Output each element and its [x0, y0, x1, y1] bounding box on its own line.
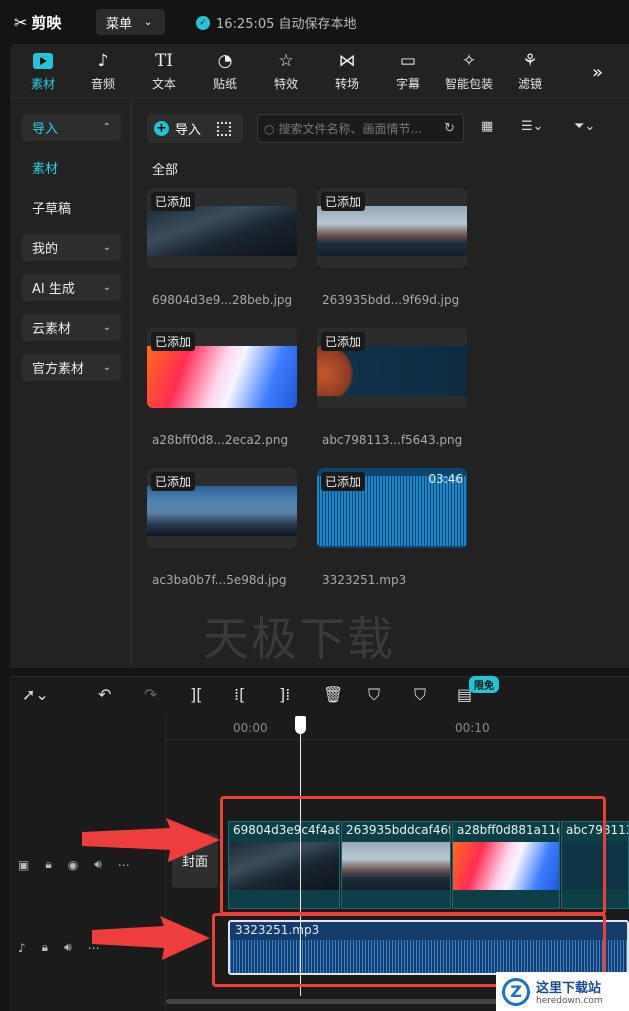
tab-sticker[interactable]: ◔ 贴纸 [200, 50, 250, 94]
media-icon [33, 50, 53, 72]
annotation-arrow [92, 916, 210, 960]
site-logo-icon: Z [502, 977, 530, 1006]
check-icon: ✓ [196, 15, 210, 30]
autosave-status: ✓ 16:25:05 自动保存本地 [196, 13, 357, 32]
plus-icon: + [154, 121, 169, 136]
smart-package-icon: ✧ [461, 51, 477, 71]
tab-media[interactable]: 素材 [18, 50, 68, 94]
effects-icon: ☆ [278, 51, 294, 71]
tab-audio[interactable]: ♪ 音频 [78, 50, 128, 94]
audio-track-controls: ♪ 🔒︎ 🔊︎ ⋯ [18, 940, 100, 955]
qr-code-icon[interactable] [217, 121, 232, 136]
file-name: 263935bdd...9f69d.jpg [322, 293, 460, 307]
chevron-up-icon: ⌃ [102, 122, 111, 133]
undo-icon[interactable]: ↶ [98, 685, 111, 704]
chevron-down-icon: ⌄ [102, 362, 111, 373]
tab-smart-package[interactable]: ✧ 智能包装 [444, 50, 494, 94]
refresh-icon[interactable]: ↻ [444, 121, 455, 136]
sidebar-item-media[interactable]: 素材 [22, 154, 121, 181]
annotation-arrow [82, 818, 220, 862]
lock-icon[interactable]: 🔒︎ [42, 940, 48, 955]
grid-view-icon[interactable]: ▦ [481, 119, 493, 134]
audio-track-icon: ♪ [18, 940, 26, 955]
tab-effects[interactable]: ☆ 特效 [261, 50, 311, 94]
watermark: 天极下载 [203, 612, 395, 666]
trim-left-icon[interactable]: ⁞[ [234, 685, 245, 704]
audio-icon: ♪ [97, 51, 109, 71]
ruler-label: 00:10 [455, 721, 490, 735]
sidebar-item-mine[interactable]: 我的 ⌄ [22, 234, 121, 261]
chevron-down-icon: ⌄ [144, 16, 153, 28]
app-logo: ✂ 剪映 [14, 12, 62, 32]
media-card[interactable]: 已添加 [147, 468, 297, 548]
sort-icon[interactable]: ☰⌄ [521, 119, 544, 134]
media-card[interactable]: 已添加 [317, 328, 467, 408]
transition-icon: ⋈ [338, 51, 356, 71]
file-name: 69804d3e9...28beb.jpg [152, 293, 293, 307]
search-icon: ○ [264, 121, 275, 136]
site-badge: Z 这里下载站 heredown.com [496, 972, 629, 1011]
sticker-icon: ◔ [217, 51, 233, 71]
select-tool-icon[interactable]: ➚⌄ [22, 685, 49, 704]
file-name: ac3ba0b7f...5e98d.jpg [152, 573, 287, 587]
filter-icon: ⚘ [522, 51, 538, 71]
subtitle-icon: ▭ [399, 51, 417, 71]
tab-text[interactable]: TI 文本 [139, 50, 189, 94]
annotation-box [220, 796, 606, 915]
search-input[interactable]: ○ 搜索文件名称、画面情节... ↻ [257, 114, 464, 143]
eye-icon[interactable]: ◉ [68, 858, 78, 872]
import-button[interactable]: + 导入 [147, 114, 243, 143]
split-icon[interactable]: ][ [190, 685, 202, 704]
sidebar-item-official[interactable]: 官方素材 ⌄ [22, 354, 121, 381]
ruler-label: 00:00 [233, 721, 268, 735]
file-name: a28bff0d8...2eca2.png [152, 433, 289, 447]
chevron-down-icon: ⌄ [102, 322, 111, 333]
delete-icon[interactable]: 🗑 [323, 685, 343, 704]
chevron-down-icon: ⌄ [102, 242, 111, 253]
chevron-down-icon: ⌄ [102, 282, 111, 293]
tool-tabs: 素材 ♪ 音频 TI 文本 ◔ 贴纸 ☆ 特效 ⋈ 转场 ▭ 字幕 ✧ 智能包装 ⚘ 滤镜 [10, 44, 629, 98]
sidebar-item-subdraft[interactable]: 子草稿 [22, 194, 121, 221]
tab-transition[interactable]: ⋈ 转场 [322, 50, 372, 94]
lock-icon[interactable]: 🔒︎ [45, 857, 51, 872]
file-name: abc798113...f5643.png [322, 433, 463, 447]
sidebar-item-ai[interactable]: AI 生成 ⌄ [22, 274, 121, 301]
sidebar-item-import[interactable]: 导入 ⌃ [22, 114, 121, 141]
shield-icon[interactable]: ⛉ [368, 685, 380, 705]
media-card[interactable]: 已添加 03:46 [317, 468, 467, 548]
filter-dropdown-icon[interactable]: ⏷⌄ [574, 119, 595, 134]
more-tabs-icon[interactable]: » [592, 62, 603, 83]
tab-subtitle[interactable]: ▭ 字幕 [383, 50, 433, 94]
file-name: 3323251.mp3 [322, 573, 407, 587]
text-icon: TI [154, 51, 174, 71]
redo-icon[interactable]: ↷ [144, 685, 157, 704]
media-card[interactable]: 已添加 [317, 188, 467, 268]
media-card[interactable]: 已添加 [147, 328, 297, 408]
menu-button[interactable]: 菜单 ⌄ [96, 9, 165, 35]
marker-icon[interactable]: ⛉ [414, 685, 426, 705]
tab-filter[interactable]: ⚘ 滤镜 [505, 50, 555, 94]
section-all: 全部 [152, 163, 179, 178]
sidebar: 导入 ⌃ 素材 子草稿 我的 ⌄ AI 生成 ⌄ 云素材 ⌄ 官方素材 ⌄ [10, 98, 132, 668]
sidebar-item-cloud[interactable]: 云素材 ⌄ [22, 314, 121, 341]
trim-right-icon[interactable]: ]⁞ [279, 685, 290, 704]
video-track-icon: ▣ [18, 857, 30, 872]
media-card[interactable]: 已添加 [147, 188, 297, 268]
volume-icon[interactable]: 🔊︎ [64, 940, 72, 955]
playhead-handle[interactable] [295, 716, 306, 734]
free-badge: 限免 [469, 676, 499, 693]
